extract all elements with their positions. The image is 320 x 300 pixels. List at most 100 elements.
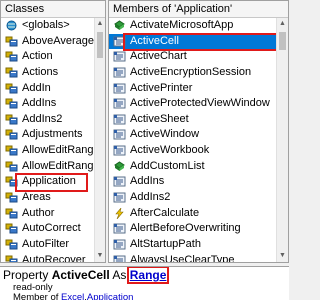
member-list-item[interactable]: AltStartupPath: [109, 237, 276, 253]
member-list-item-label: ActivateMicrosoftApp: [130, 19, 234, 31]
class-icon: [5, 176, 18, 187]
member-list-item[interactable]: AddIns: [109, 174, 276, 190]
classes-header: Classes: [1, 1, 105, 18]
member-list-item-label: ActiveEncryptionSession: [130, 65, 252, 78]
member-list-item-label: AddIns2: [130, 191, 171, 204]
range-highlight-box: Range: [126, 267, 170, 284]
member-list-item[interactable]: ActivateMicrosoftApp: [109, 18, 276, 34]
class-list-item[interactable]: AllowEditRanges: [1, 159, 105, 175]
class-icon: [5, 208, 18, 219]
member-list-item-label: ActiveCell: [130, 34, 179, 47]
property-icon: [113, 36, 126, 47]
member-list-item-label: AltStartupPath: [130, 237, 201, 250]
detail-library-link[interactable]: Excel: [61, 292, 84, 300]
member-list-item-label: ActiveSheet: [130, 112, 189, 125]
detail-member-of-label: Member of: [13, 292, 62, 300]
member-list-item[interactable]: AlertBeforeOverwriting: [109, 221, 276, 237]
class-icon: [5, 114, 18, 125]
class-icon: [5, 83, 18, 94]
member-list-item[interactable]: ActivePrinter: [109, 81, 276, 97]
class-list-item[interactable]: Areas: [1, 190, 94, 206]
scroll-down-arrow-icon[interactable]: ▼: [95, 250, 105, 262]
scroll-thumb[interactable]: [97, 32, 103, 58]
class-icon: [5, 255, 18, 262]
class-icon: [5, 192, 18, 203]
member-list-item[interactable]: ActiveCell: [109, 32, 286, 51]
class-list-item-label: Actions: [22, 65, 59, 78]
detail-member-name: ActiveCell: [51, 268, 110, 282]
member-list-item[interactable]: AfterCalculate: [109, 206, 276, 222]
property-icon: [113, 223, 126, 234]
property-icon: [113, 192, 126, 203]
member-list-item[interactable]: AddIns2: [109, 190, 276, 206]
class-icon: [5, 239, 18, 250]
member-list-item-label: ActiveWorkbook: [130, 144, 210, 157]
member-list-item[interactable]: ActiveSheet: [109, 112, 276, 128]
class-icon: [5, 145, 18, 156]
class-icon: [5, 36, 18, 47]
class-list-item[interactable]: Action: [1, 49, 94, 65]
property-icon: [113, 51, 126, 62]
classes-scrollbar[interactable]: ▲ ▼: [94, 18, 105, 262]
property-icon: [113, 255, 126, 262]
scroll-up-arrow-icon[interactable]: ▲: [277, 18, 288, 30]
class-list-item[interactable]: Actions: [1, 65, 94, 81]
class-list-item[interactable]: AddIns: [1, 96, 94, 112]
scroll-down-arrow-icon[interactable]: ▼: [277, 250, 288, 262]
members-list: ActivateMicrosoftApp ActiveCell ActiveChar…: [109, 18, 286, 262]
member-list-item-label: ActiveWindow: [130, 128, 200, 141]
detail-type-link[interactable]: Range: [130, 268, 167, 282]
members-scrollbar[interactable]: ▲ ▼: [276, 18, 288, 262]
details-pane: Property ActiveCell As Range read-only M…: [0, 266, 289, 300]
class-list-item[interactable]: <globals>: [1, 18, 94, 34]
class-list-item[interactable]: AddIn: [1, 81, 94, 97]
property-icon: [113, 67, 126, 78]
class-list-item[interactable]: AddIns2: [1, 112, 94, 128]
property-icon: [113, 114, 126, 125]
class-list-item[interactable]: AutoFilter: [1, 237, 94, 253]
detail-signature: Property ActiveCell As Range: [3, 267, 289, 284]
property-icon: [113, 145, 126, 156]
class-list-item-label: Author: [22, 206, 55, 219]
member-list-item[interactable]: ActiveChart: [109, 49, 276, 65]
class-list-item-label: Application: [22, 175, 76, 188]
member-list-item[interactable]: ActiveEncryptionSession: [109, 65, 276, 81]
classes-list: <globals> AboveAverage Action Actions AddIn A…: [1, 18, 105, 263]
property-icon: [113, 239, 126, 250]
class-icon: [5, 223, 18, 234]
event-icon: [113, 207, 126, 219]
member-list-item-label: AfterCalculate: [130, 206, 200, 219]
class-list-item[interactable]: Application: [1, 173, 94, 192]
detail-member-of: Member of Excel.Application: [3, 293, 289, 300]
class-list-item[interactable]: AllowEditRange: [1, 143, 100, 159]
detail-kind: Property: [3, 268, 52, 282]
class-list-item-label: AddIns: [22, 97, 57, 110]
members-header: Members of 'Application': [109, 1, 288, 18]
class-list-item[interactable]: Adjustments: [1, 127, 94, 143]
scroll-up-arrow-icon[interactable]: ▲: [95, 18, 105, 30]
class-list-item[interactable]: AutoRecover: [1, 253, 94, 263]
class-list-item-label: AutoRecover: [22, 253, 86, 263]
class-list-item[interactable]: Author: [1, 206, 94, 222]
class-list-item-label: Action: [22, 50, 53, 63]
member-list-item[interactable]: AddCustomList: [109, 159, 276, 175]
class-list-item[interactable]: AutoCorrect: [1, 221, 94, 237]
member-list-item-label: AddCustomList: [130, 159, 205, 172]
detail-class-link[interactable]: Application: [87, 292, 133, 300]
classes-pane: Classes <globals> AboveAverage Action Actio…: [0, 0, 106, 263]
class-list-item-label: <globals>: [22, 19, 70, 31]
scroll-thumb[interactable]: [279, 32, 286, 50]
member-list-item-label: AddIns: [130, 175, 165, 188]
member-list-item[interactable]: ActiveProtectedViewWindow: [109, 96, 276, 112]
class-list-item-label: AllowEditRange: [22, 144, 100, 157]
globals-icon: [5, 20, 18, 31]
class-icon: [5, 67, 18, 78]
member-list-item[interactable]: ActiveWorkbook: [109, 143, 276, 159]
class-icon: [5, 51, 18, 62]
class-list-item[interactable]: AboveAverage: [1, 34, 94, 50]
class-list-item-label: AutoCorrect: [22, 222, 81, 235]
member-list-item[interactable]: ActiveWindow: [109, 127, 276, 143]
class-list-item-label: AllowEditRanges: [22, 159, 106, 172]
class-list-item-label: Adjustments: [22, 128, 83, 141]
member-list-item[interactable]: AlwaysUseClearType: [109, 253, 276, 262]
